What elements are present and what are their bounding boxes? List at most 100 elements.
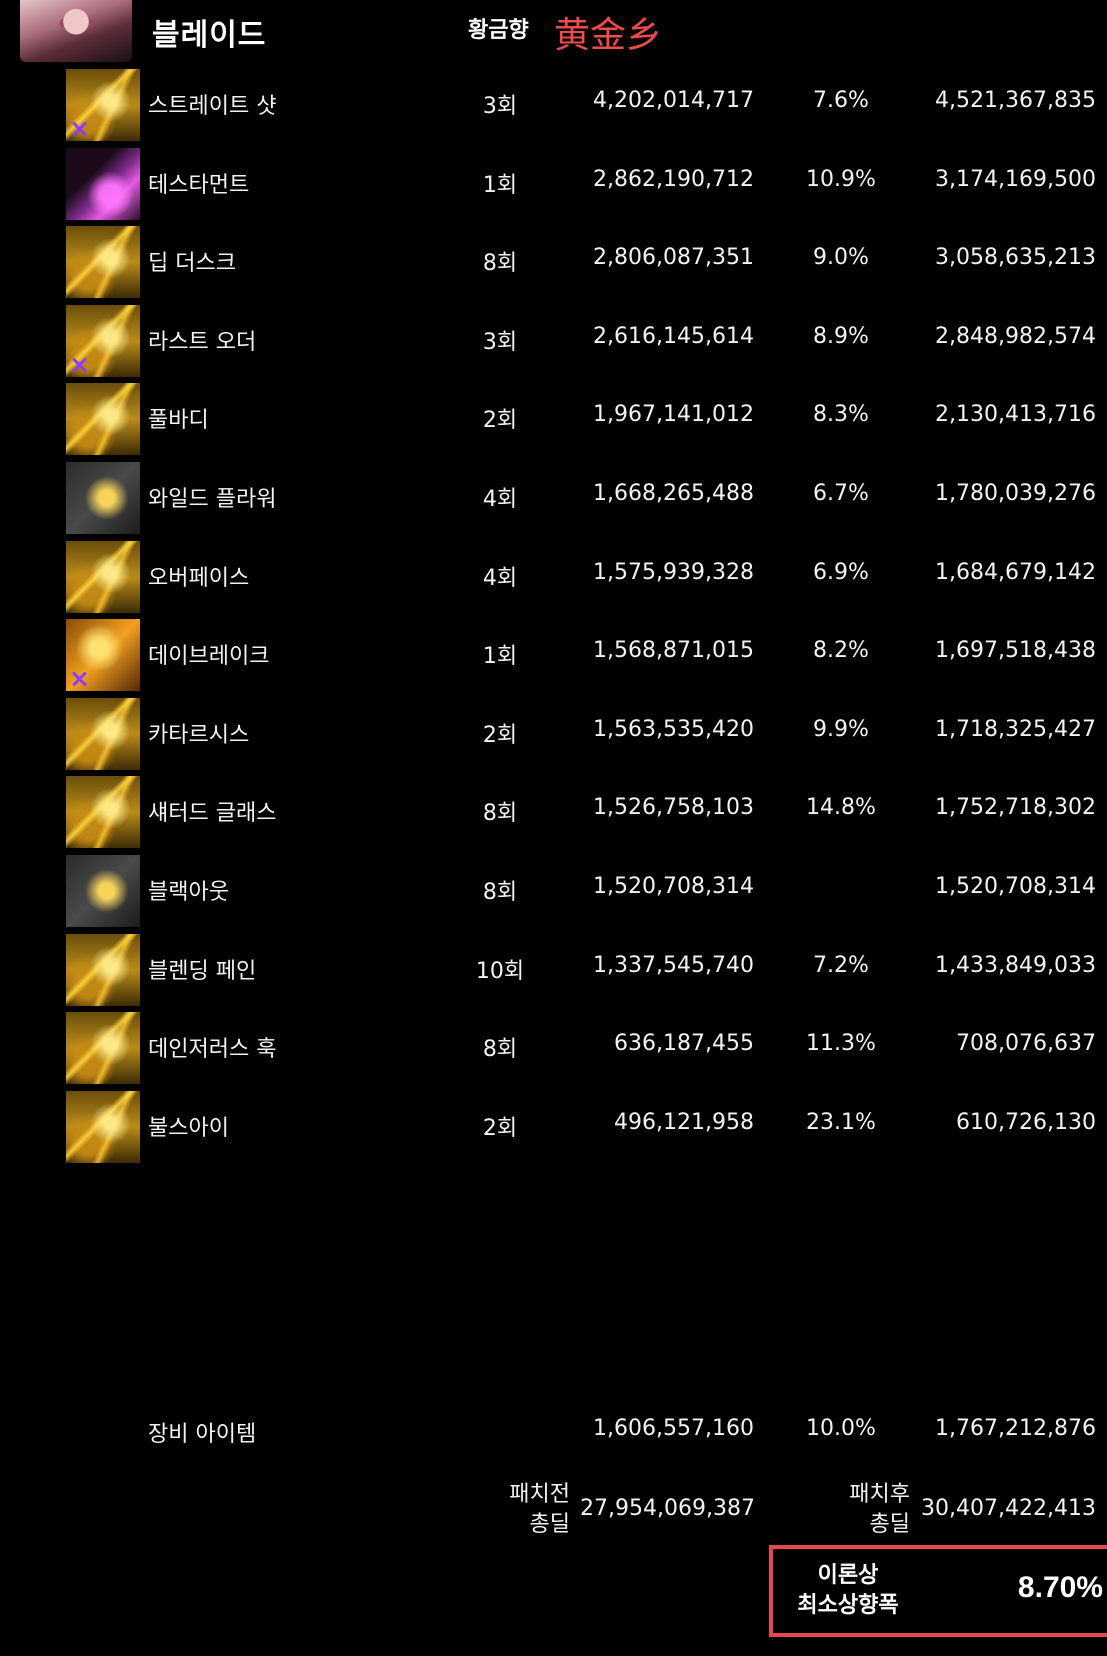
skill-table: 스트레이트 샷 3회 4,202,014,717 7.6% 4,521,367,835 테… (0, 66, 1107, 1166)
increase-pct: 8.2% (813, 638, 869, 664)
skill-name: 데이브레이크 (148, 644, 270, 670)
total-before-value: 27,954,069,387 (580, 1496, 755, 1521)
table-row: 풀바디 2회 1,967,141,012 8.3% 2,130,413,716 (0, 380, 1107, 459)
bullseye-icon (66, 1090, 140, 1163)
equipment-before: 1,606,557,160 (593, 1416, 754, 1441)
character-class-title: 블레이드 (152, 18, 267, 53)
damage-before: 1,668,265,488 (593, 480, 754, 506)
full-body-icon (66, 383, 140, 456)
increase-pct: 23.1% (806, 1109, 876, 1135)
equipment-row: 장비 아이템 1,606,557,160 10.0% 1,767,212,876 (0, 1416, 1107, 1448)
increase-pct: 6.7% (813, 480, 869, 506)
shattered-glass-icon (66, 776, 140, 849)
skill-name: 블랙아웃 (148, 879, 229, 905)
total-before-label: 패치전 총딜 (440, 1480, 570, 1540)
table-row: 와일드 플라워 4회 1,668,265,488 6.7% 1,780,039,276 (0, 459, 1107, 538)
cross-mark-icon (70, 670, 88, 688)
hit-count: 2회 (482, 408, 518, 434)
minimum-increase-label-line1: 이론상 (817, 1563, 879, 1588)
increase-pct: 6.9% (813, 559, 869, 585)
daybreak-icon (66, 619, 140, 692)
damage-before: 636,187,455 (614, 1031, 754, 1057)
skill-name: 불스아이 (148, 1115, 229, 1141)
damage-before: 1,526,758,103 (593, 795, 754, 821)
table-row: 섀터드 글래스 8회 1,526,758,103 14.8% 1,752,718,302 (0, 773, 1107, 852)
increase-pct: 7.2% (813, 952, 869, 978)
damage-after: 3,174,169,500 (935, 166, 1096, 192)
increase-pct: 9.0% (813, 245, 869, 271)
hit-count: 8회 (482, 251, 518, 277)
table-row: 라스트 오더 3회 2,616,145,614 8.9% 2,848,982,574 (0, 302, 1107, 381)
total-after-label-line1: 패치후 (849, 1482, 910, 1507)
damage-before: 1,563,535,420 (593, 716, 754, 742)
damage-before: 1,520,708,314 (593, 873, 754, 899)
hit-count: 8회 (482, 1037, 518, 1063)
table-row: 스트레이트 샷 3회 4,202,014,717 7.6% 4,521,367,835 (0, 66, 1107, 145)
blending-pain-icon (66, 933, 140, 1006)
character-portrait (20, 0, 132, 62)
hit-count: 2회 (482, 1115, 518, 1141)
damage-after: 3,058,635,213 (935, 245, 1096, 271)
hit-count: 10회 (475, 958, 525, 984)
increase-pct: 8.9% (813, 323, 869, 349)
hit-count: 1회 (482, 644, 518, 670)
damage-before: 2,616,145,614 (593, 323, 754, 349)
skill-name: 블렌딩 페인 (148, 958, 257, 984)
increase-pct: 14.8% (806, 795, 876, 821)
minimum-increase-value: 8.70% (1017, 1571, 1103, 1604)
skill-name: 와일드 플라워 (148, 486, 277, 512)
table-row: 테스타먼트 1회 2,862,190,712 10.9% 3,174,169,500 (0, 145, 1107, 224)
hit-count: 3회 (482, 329, 518, 355)
increase-pct: 11.3% (806, 1031, 876, 1057)
damage-before: 1,568,871,015 (593, 638, 754, 664)
hit-count: 4회 (482, 486, 518, 512)
damage-after: 1,684,679,142 (935, 559, 1096, 585)
table-row: 오버페이스 4회 1,575,939,328 6.9% 1,684,679,142 (0, 538, 1107, 617)
damage-after: 1,433,849,033 (935, 952, 1096, 978)
dangerous-hook-icon (66, 1012, 140, 1085)
hit-count: 8회 (482, 801, 518, 827)
hit-count: 1회 (482, 172, 518, 198)
equipment-name: 장비 아이템 (148, 1422, 257, 1447)
blackout-icon (66, 854, 140, 927)
skill-name: 스트레이트 샷 (148, 94, 277, 119)
damage-after: 1,752,718,302 (935, 795, 1096, 821)
damage-before: 1,967,141,012 (593, 402, 754, 428)
hit-count: 2회 (482, 722, 518, 748)
total-before-label-line2: 총딜 (529, 1512, 570, 1537)
skill-name: 풀바디 (148, 408, 209, 434)
damage-before: 4,202,014,717 (593, 88, 754, 113)
skill-name: 딥 더스크 (148, 251, 236, 277)
header-label: 황금향 (468, 18, 529, 43)
increase-pct: 10.9% (806, 166, 876, 192)
hit-count: 3회 (482, 94, 518, 119)
skill-name: 섀터드 글래스 (148, 801, 277, 827)
damage-after: 1,718,325,427 (935, 716, 1096, 742)
total-after-label-line2: 총딜 (869, 1512, 910, 1537)
table-row: 데인저러스 훅 8회 636,187,455 11.3% 708,076,637 (0, 1009, 1107, 1088)
hit-count: 8회 (482, 879, 518, 905)
skill-name: 카타르시스 (148, 722, 250, 748)
totals-row: 패치전 총딜 27,954,069,387 패치후 총딜 30,407,422,… (0, 1480, 1107, 1540)
minimum-increase-label: 이론상 최소상향폭 (783, 1561, 913, 1621)
damage-after: 4,521,367,835 (935, 88, 1096, 113)
damage-before: 1,575,939,328 (593, 559, 754, 585)
damage-after: 2,848,982,574 (935, 323, 1096, 349)
cross-mark-icon (70, 356, 88, 374)
testament-icon (66, 147, 140, 220)
last-order-icon (66, 304, 140, 377)
damage-after: 1,697,518,438 (935, 638, 1096, 664)
overpace-icon (66, 540, 140, 613)
hit-count: 4회 (482, 565, 518, 591)
header: 블레이드 황금향 黄金乡 (0, 0, 1107, 66)
minimum-increase-label-line2: 최소상향폭 (797, 1593, 899, 1618)
damage-after: 1,520,708,314 (935, 873, 1096, 899)
table-row: 데이브레이크 1회 1,568,871,015 8.2% 1,697,518,438 (0, 616, 1107, 695)
table-row: 블렌딩 페인 10회 1,337,545,740 7.2% 1,433,849,033 (0, 931, 1107, 1010)
skill-name: 데인저러스 훅 (148, 1037, 277, 1063)
increase-pct: 7.6% (813, 88, 869, 113)
total-after-value: 30,407,422,413 (921, 1496, 1096, 1521)
equipment-after: 1,767,212,876 (935, 1416, 1096, 1441)
table-row: 불스아이 2회 496,121,958 23.1% 610,726,130 (0, 1088, 1107, 1167)
damage-before: 2,862,190,712 (593, 166, 754, 192)
